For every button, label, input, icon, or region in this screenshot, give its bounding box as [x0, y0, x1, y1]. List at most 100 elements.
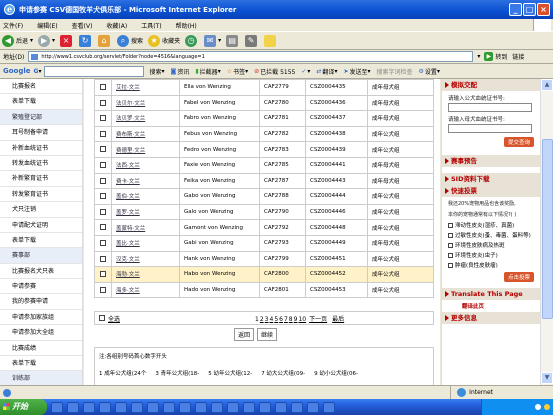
refresh-button[interactable]: ↻ [79, 34, 93, 47]
row-checkbox[interactable] [100, 224, 106, 231]
sidebar-item[interactable]: 表单下载 [0, 356, 82, 372]
more-info-header[interactable]: 更多信息 [442, 312, 540, 324]
google-spellcheck-button[interactable]: ✓ ▾ [301, 68, 310, 75]
row-checkbox[interactable] [100, 115, 106, 122]
row-checkbox-cell[interactable] [94, 110, 112, 127]
back-page-button[interactable]: 返回 [234, 328, 255, 341]
menu-help[interactable]: 帮助(H) [176, 21, 197, 30]
sidebar-item[interactable]: 申请参加家族组 [0, 310, 82, 326]
history-button[interactable]: ◷ [185, 34, 199, 47]
page-link[interactable]: 2 [260, 316, 264, 323]
taskbar-app-icon[interactable] [131, 401, 143, 413]
page-link[interactable]: 3 [265, 316, 269, 323]
row-checkbox[interactable] [100, 208, 106, 215]
dog-chinese-name-link[interactable]: 海多·文兰 [111, 281, 180, 299]
search-button[interactable]: ⌕ 搜索 [117, 34, 143, 47]
sidebar-item[interactable]: 犬只注销 [0, 202, 82, 218]
sidebar-item[interactable]: 申请参赛 [0, 279, 82, 295]
taskbar-app-icon[interactable] [67, 401, 79, 413]
dog-chinese-name-link[interactable]: 艾拉·文兰 [111, 79, 180, 96]
print-button[interactable]: ▤ [226, 34, 240, 47]
page-link[interactable]: 6 [279, 316, 283, 323]
dog-chinese-name-link[interactable]: 法西·文兰 [111, 156, 180, 174]
select-all-checkbox[interactable] [99, 315, 105, 321]
dog-chinese-name-link[interactable]: 费德里·文兰 [111, 141, 180, 158]
dog-chinese-name-link[interactable]: 法贝罗·文兰 [111, 110, 180, 127]
page-link[interactable]: 7 [284, 316, 288, 323]
row-checkbox[interactable] [100, 286, 106, 293]
vote-option[interactable]: 滞动性皮炎(湿疹、真菌) [442, 219, 540, 229]
edit-button[interactable]: ✎ [245, 34, 259, 47]
forward-button[interactable]: ▶ ▾ [38, 34, 55, 47]
row-checkbox-cell[interactable] [94, 281, 112, 299]
taskbar-app-icon[interactable] [83, 401, 95, 413]
row-checkbox-cell[interactable] [94, 266, 112, 283]
dog-chinese-name-link[interactable]: 法贝尔·文兰 [111, 94, 180, 112]
page-link[interactable]: 1 [255, 316, 259, 323]
translate-header[interactable]: Translate This Page [442, 288, 540, 300]
taskbar-app-icon[interactable] [291, 401, 303, 413]
row-checkbox-cell[interactable] [94, 203, 112, 221]
row-checkbox-cell[interactable] [94, 125, 112, 143]
menu-file[interactable]: 文件(F) [3, 21, 23, 30]
sidebar-item[interactable]: 比赛成绩 [0, 341, 82, 357]
vote-option[interactable]: 环境性皮炎(虫子) [442, 249, 540, 259]
taskbar-app-icon[interactable] [307, 401, 319, 413]
row-checkbox[interactable] [100, 193, 106, 200]
dog-chinese-name-link[interactable]: 汉克·文兰 [111, 250, 180, 268]
page-link[interactable]: 5 [274, 316, 278, 323]
vote-checkbox[interactable] [448, 252, 453, 258]
sidebar-item[interactable]: 比赛报名 [0, 79, 82, 95]
scroll-up-arrow-icon[interactable]: ▲ [541, 79, 553, 91]
row-checkbox-cell[interactable] [94, 94, 112, 112]
sidebar-item[interactable]: 申请配犬证明 [0, 218, 82, 233]
row-checkbox-cell[interactable] [94, 79, 112, 96]
continue-button[interactable]: 继续 [257, 328, 278, 341]
sidebar-item[interactable]: 表单下载 [0, 233, 82, 249]
taskbar-app-icon[interactable] [163, 401, 175, 413]
submit-query-button[interactable]: 提交查询 [503, 137, 534, 147]
back-button[interactable]: ◀ 后退 ▾ [2, 34, 33, 47]
sidebar-item[interactable]: 转发繁育证书 [0, 187, 82, 203]
dog-chinese-name-link[interactable]: 费布斯·文兰 [111, 125, 180, 143]
home-button[interactable]: ⌂ [98, 34, 112, 47]
stop-button[interactable]: × [60, 34, 74, 47]
sire-input[interactable] [448, 103, 532, 112]
google-translate-button[interactable]: ⇄ 翻译 ▾ [316, 67, 337, 76]
go-button[interactable]: ▶ 转到 [484, 52, 507, 61]
row-checkbox-cell[interactable] [94, 141, 112, 158]
close-button[interactable]: × [537, 3, 550, 16]
taskbar-app-icon[interactable] [211, 401, 223, 413]
row-checkbox[interactable] [100, 130, 106, 137]
maximize-button[interactable]: □ [523, 3, 536, 16]
dog-chinese-name-link[interactable]: 盖罗·文兰 [111, 203, 180, 221]
sidebar-section-header[interactable]: 赛事部 [0, 248, 82, 264]
taskbar-app-icon[interactable] [259, 401, 271, 413]
taskbar-app-icon[interactable] [227, 401, 239, 413]
favorites-button[interactable]: ★ 收藏夹 [148, 34, 180, 47]
taskbar-app-icon[interactable] [147, 401, 159, 413]
page-link[interactable]: 4 [269, 316, 273, 323]
vote-option[interactable]: 肿瘤(良性皮肤瘤) [442, 259, 540, 269]
scroll-thumb[interactable] [542, 139, 553, 319]
row-checkbox[interactable] [100, 271, 106, 278]
menu-tools[interactable]: 工具(T) [141, 21, 161, 30]
row-checkbox[interactable] [100, 146, 106, 153]
menu-view[interactable]: 查看(V) [72, 21, 93, 30]
dog-chinese-name-link[interactable]: 盖伯·文兰 [111, 188, 180, 205]
google-news-button[interactable]: ◙ 资讯 [171, 67, 190, 76]
google-settings-button[interactable]: ⚙ 设置 ▾ [419, 67, 440, 76]
row-checkbox-cell[interactable] [94, 188, 112, 205]
sidebar-item[interactable]: 表单下载 [0, 94, 82, 110]
vertical-scrollbar[interactable]: ▲ ▼ [540, 79, 553, 385]
row-checkbox[interactable] [100, 99, 106, 106]
sidebar-section-header[interactable]: 训练部 [0, 371, 82, 385]
vote-checkbox[interactable] [448, 242, 453, 248]
links-label[interactable]: 链接 [512, 52, 524, 61]
sidebar-item[interactable]: 补新繁育证书 [0, 171, 82, 187]
page-link[interactable]: 9 [294, 316, 298, 323]
vote-option[interactable]: 环境性皮肤病及热斑 [442, 239, 540, 249]
vote-button[interactable]: 点击投票 [503, 272, 534, 282]
sidebar-item[interactable]: 比赛报名犬只表 [0, 264, 82, 280]
dog-chinese-name-link[interactable]: 费卡·文兰 [111, 172, 180, 190]
